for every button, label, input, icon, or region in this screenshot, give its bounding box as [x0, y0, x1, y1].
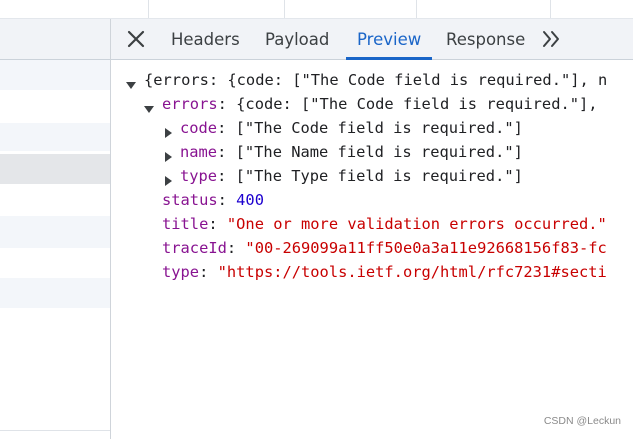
tab-response[interactable]: Response: [446, 19, 525, 59]
request-row[interactable]: [0, 248, 110, 278]
devtools-network-panel: Headers Payload Preview Response {errors…: [0, 0, 633, 439]
tab-preview[interactable]: Preview: [345, 19, 433, 60]
tree-key: traceId: [162, 239, 227, 257]
tree-value: ["The Name field is required."]: [235, 143, 523, 161]
triangle-right-icon[interactable]: [162, 122, 174, 138]
tree-value: ["The Code field is required."]: [235, 119, 523, 137]
request-row[interactable]: [0, 184, 110, 216]
request-row[interactable]: [0, 216, 110, 248]
request-list-footer-divider: [0, 430, 110, 431]
chevron-double-right-icon[interactable]: [539, 27, 563, 51]
tree-value-string: "00-269099a11ff50e0a3a11e92668156f83-fc: [245, 239, 607, 257]
top-strip-cell: [284, 0, 417, 18]
tab-headers[interactable]: Headers: [171, 19, 240, 59]
request-list-header: [0, 19, 110, 60]
top-strip-cell: [148, 0, 285, 18]
tree-value: ["The Type field is required."]: [235, 167, 523, 185]
tab-payload[interactable]: Payload: [265, 19, 329, 59]
tree-value-number: 400: [236, 191, 264, 209]
top-strip-cell: [550, 0, 633, 18]
request-row[interactable]: [0, 60, 110, 90]
detail-tabbar: Headers Payload Preview Response: [111, 19, 633, 60]
watermark-text: CSDN @Leckun: [543, 415, 621, 427]
errors-summary: {code: ["The Code field is required."],: [236, 95, 598, 113]
tree-key: status: [162, 191, 218, 209]
tree-key: type: [180, 167, 218, 185]
triangle-right-icon[interactable]: [162, 146, 174, 162]
close-icon[interactable]: [125, 28, 147, 50]
request-row[interactable]: [0, 278, 110, 308]
request-row-selected[interactable]: [0, 154, 110, 184]
tree-key: code: [180, 119, 218, 137]
request-list-pane: [0, 19, 111, 439]
request-row[interactable]: [0, 123, 110, 151]
tree-key: type: [162, 263, 200, 281]
triangle-down-icon[interactable]: [143, 98, 155, 113]
tree-key: title: [162, 215, 209, 233]
tree-key: name: [180, 143, 218, 161]
top-strip-cell: [416, 0, 551, 18]
triangle-down-icon[interactable]: [125, 74, 137, 89]
tree-key: errors: [162, 95, 218, 113]
request-row[interactable]: [0, 90, 110, 123]
top-column-strip: [0, 0, 633, 19]
tree-value-string: "https://tools.ietf.org/html/rfc7231#sec…: [217, 263, 607, 281]
request-detail-pane: Headers Payload Preview Response {errors…: [111, 19, 633, 439]
root-summary: {errors: {code: ["The Code field is requ…: [144, 71, 608, 89]
tree-value-string: "One or more validation errors occurred.…: [226, 215, 607, 233]
triangle-right-icon[interactable]: [162, 170, 174, 186]
